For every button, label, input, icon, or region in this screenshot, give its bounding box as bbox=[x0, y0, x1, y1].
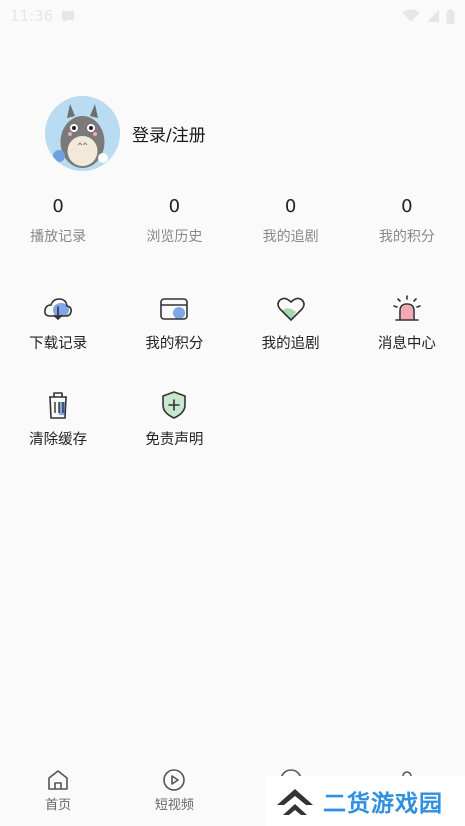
menu-label: 免责声明 bbox=[145, 432, 204, 448]
menu-grid-row-1: 下载记录 我的积分 我的追剧 消息中心 bbox=[0, 292, 465, 353]
profile-header[interactable]: 登录/注册 bbox=[45, 96, 206, 171]
status-right bbox=[402, 8, 455, 24]
play-icon bbox=[163, 769, 186, 791]
stat-label: 播放记录 bbox=[30, 229, 87, 245]
menu-label: 清除缓存 bbox=[29, 432, 88, 448]
battery-icon bbox=[446, 8, 455, 24]
shield-plus-icon bbox=[162, 391, 187, 419]
menu-message-center[interactable]: 消息中心 bbox=[349, 292, 465, 353]
signal-icon bbox=[427, 10, 439, 22]
stat-value: 0 bbox=[284, 196, 297, 217]
stat-value: 0 bbox=[52, 196, 64, 217]
menu-grid-row-2: 清除缓存 免责声明 bbox=[0, 388, 465, 449]
cloud-download-icon bbox=[44, 298, 73, 320]
menu-label: 消息中心 bbox=[377, 336, 436, 352]
notification-icon bbox=[62, 11, 75, 22]
status-left: 11:36 bbox=[10, 7, 75, 25]
stat-play-history[interactable]: 0 播放记录 bbox=[0, 194, 116, 246]
avatar[interactable] bbox=[45, 96, 120, 171]
menu-my-points[interactable]: 我的积分 bbox=[116, 292, 232, 353]
card-icon bbox=[160, 298, 189, 320]
menu-clear-cache[interactable]: 清除缓存 bbox=[0, 388, 116, 449]
stat-my-follows[interactable]: 0 我的追剧 bbox=[233, 194, 349, 246]
tab-label: 短视频 bbox=[154, 798, 194, 813]
alarm-icon bbox=[393, 295, 421, 321]
trash-icon bbox=[49, 392, 68, 419]
watermark-logo-icon bbox=[277, 789, 313, 815]
login-register-link[interactable]: 登录/注册 bbox=[132, 121, 206, 146]
stat-value: 0 bbox=[168, 196, 181, 217]
stat-value: 0 bbox=[401, 196, 413, 217]
status-bar: 11:36 bbox=[0, 0, 465, 32]
tab-label: 首页 bbox=[45, 798, 72, 813]
watermark: 二货游戏园 bbox=[265, 776, 465, 826]
stat-my-points[interactable]: 0 我的积分 bbox=[349, 194, 465, 246]
menu-label: 我的追剧 bbox=[261, 336, 320, 352]
menu-label: 我的积分 bbox=[145, 336, 204, 352]
menu-label: 下载记录 bbox=[29, 336, 88, 352]
menu-download-records[interactable]: 下载记录 bbox=[0, 292, 116, 353]
stat-label: 我的积分 bbox=[378, 229, 435, 245]
stat-label: 浏览历史 bbox=[146, 229, 203, 245]
status-time: 11:36 bbox=[10, 7, 54, 25]
menu-disclaimer[interactable]: 免责声明 bbox=[116, 388, 232, 449]
totoro-avatar-icon bbox=[45, 96, 120, 171]
menu-my-follows[interactable]: 我的追剧 bbox=[233, 292, 349, 353]
stats-row: 0 播放记录 0 浏览历史 0 我的追剧 0 我的积分 bbox=[0, 194, 465, 246]
tab-home[interactable]: 首页 bbox=[0, 762, 116, 826]
tab-short-video[interactable]: 短视频 bbox=[116, 762, 232, 826]
wifi-icon bbox=[402, 9, 420, 22]
home-icon bbox=[48, 770, 68, 790]
watermark-text: 二货游戏园 bbox=[323, 791, 443, 817]
stat-label: 我的追剧 bbox=[262, 229, 319, 245]
heart-icon bbox=[276, 297, 305, 321]
stat-browse-history[interactable]: 0 浏览历史 bbox=[116, 194, 232, 246]
